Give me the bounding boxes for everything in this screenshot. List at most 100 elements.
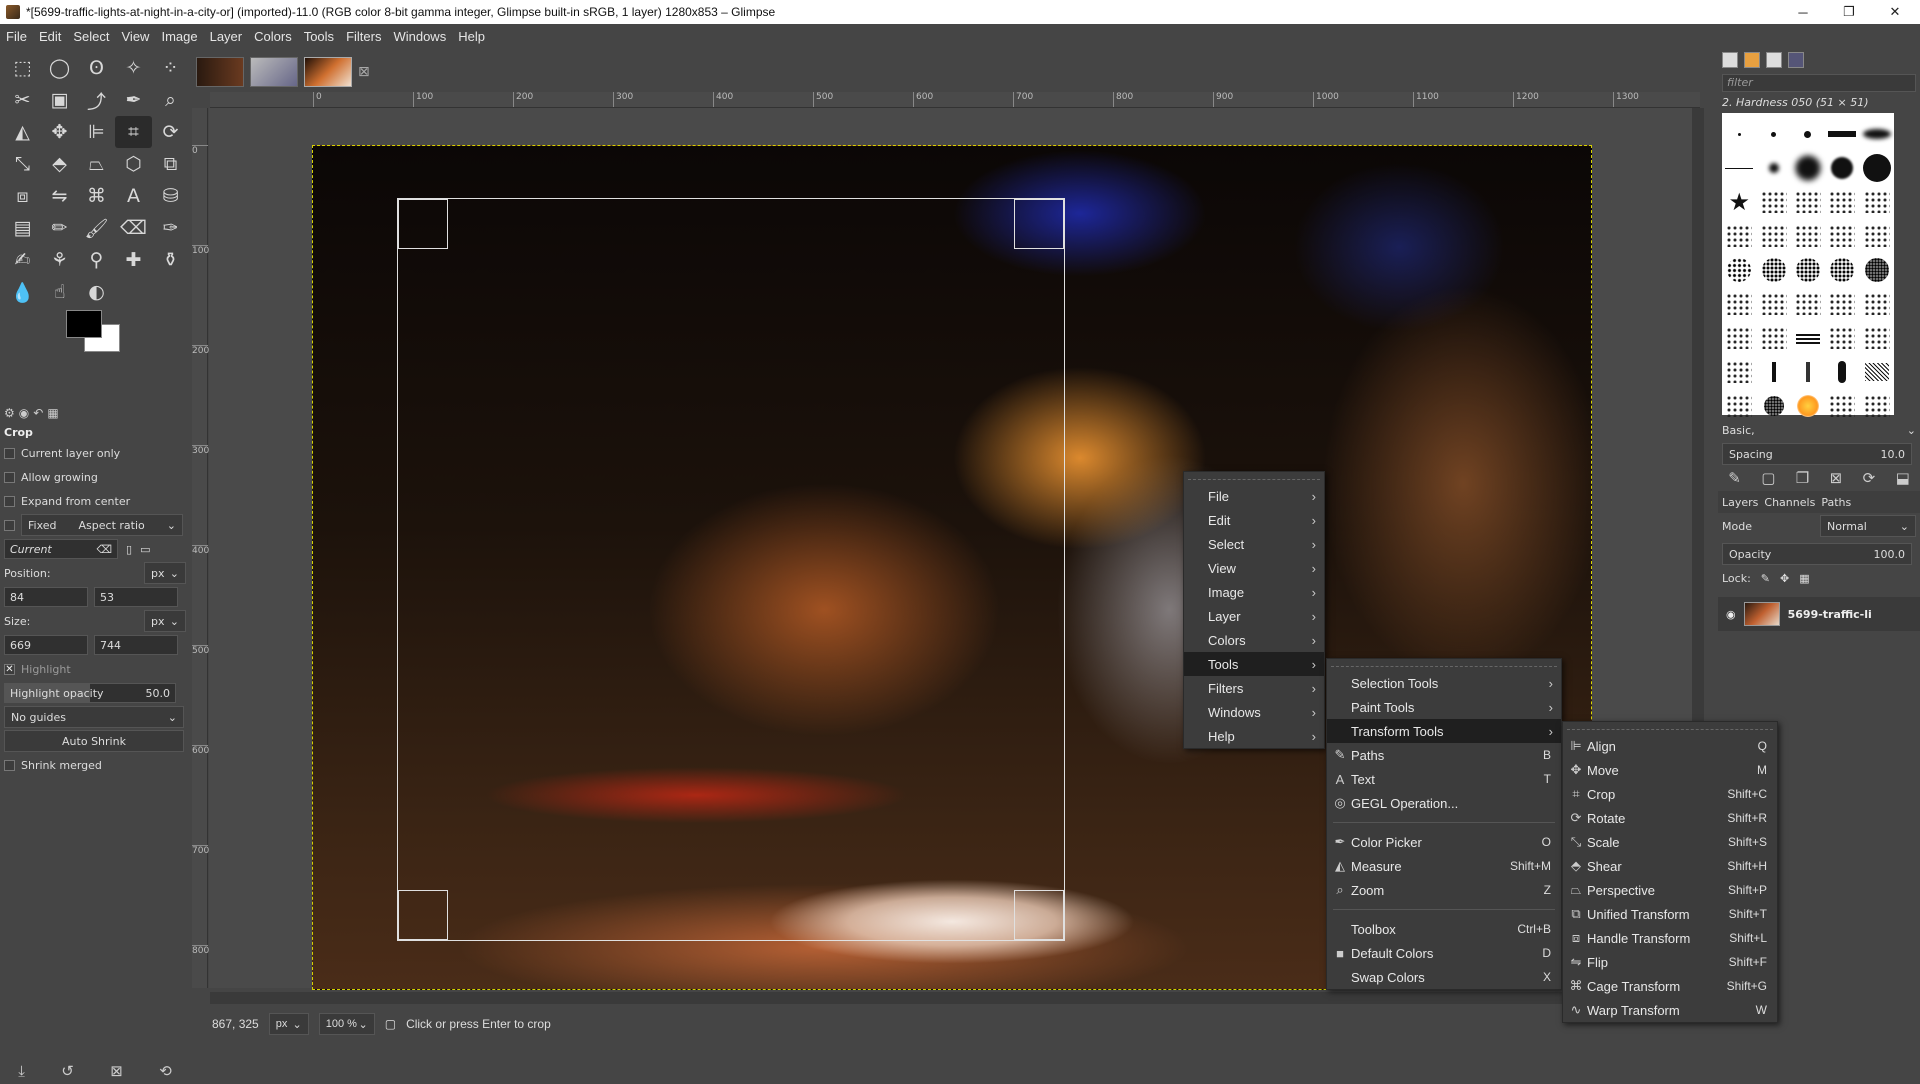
tab-paths[interactable]: Paths [1821,496,1851,509]
minimize-icon[interactable]: ─ [1780,0,1826,24]
position-y-field[interactable]: 53 [94,587,178,607]
paint-tools-item[interactable]: Paint Tools › [1327,695,1561,719]
brush-item[interactable] [1760,327,1787,349]
perspective-icon[interactable]: ⏢ [78,148,115,180]
size-unit-combo[interactable]: px ⌄ [144,610,186,632]
image-tab-thumbnail[interactable] [196,57,244,87]
brush-item[interactable] [1829,191,1856,213]
unified-transform-tool-item[interactable]: ⧉ Unified Transform Shift+T [1563,902,1777,926]
brush-item[interactable] [1862,154,1891,182]
context-menu-view[interactable]: View › [1184,556,1324,580]
clone-icon[interactable]: ⚲ [78,244,115,276]
position-unit-combo[interactable]: px ⌄ [144,562,186,584]
brush-item[interactable] [1771,131,1777,137]
brush-item[interactable] [1829,225,1856,247]
aspect-current-field[interactable]: Current ⌫ [4,539,118,559]
document-history-tab-icon[interactable] [1788,52,1804,68]
zoom-icon[interactable]: ⌕ [152,84,189,116]
handle-transform-tool-item[interactable]: ⧈ Handle Transform Shift+L [1563,926,1777,950]
paths-tool-item[interactable]: ✎ Paths B [1327,743,1561,767]
mypaint-brush-icon[interactable]: ⚘ [41,244,78,276]
brush-item[interactable] [1805,362,1810,382]
brush-item[interactable] [1864,363,1889,381]
auto-shrink-button[interactable]: Auto Shrink [4,730,184,752]
lock-pixels-icon[interactable]: ✎ [1761,572,1770,585]
context-menu-edit[interactable]: Edit › [1184,508,1324,532]
image-tab-thumbnail-active[interactable] [304,57,352,87]
unit-combo[interactable]: px ⌄ [268,1013,309,1035]
zoom-combo[interactable]: 100 % ⌄ [318,1013,375,1035]
brush-item[interactable] [1863,327,1890,349]
context-menu-layer[interactable]: Layer › [1184,604,1324,628]
flip-tool-item[interactable]: ⇋ Flip Shift+F [1563,950,1777,974]
brush-item[interactable] [1726,225,1753,247]
flip-icon[interactable]: ⇋ [41,180,78,212]
image-tab-thumbnail[interactable] [250,57,298,87]
lock-position-icon[interactable]: ✥ [1780,572,1789,585]
crop-handle-bottom-right[interactable] [1014,890,1064,940]
shear-tool-item[interactable]: ⬘ Shear Shift+H [1563,854,1777,878]
context-menu-tools[interactable]: Tools › [1184,652,1324,676]
context-menu-select[interactable]: Select › [1184,532,1324,556]
open-as-image-icon[interactable]: ⬓ [1896,469,1910,487]
crop-tool-item[interactable]: ⌗ Crop Shift+C [1563,782,1777,806]
brush-item[interactable] [1838,361,1847,383]
brush-item[interactable] [1794,225,1821,247]
airbrush-icon[interactable]: ✑ [152,212,189,244]
paintbrush-icon[interactable]: 🖌 [78,212,115,244]
selection-tools-item[interactable]: Selection Tools › [1327,671,1561,695]
guides-combo[interactable]: No guides ⌄ [4,706,184,728]
brush-item[interactable] [1726,395,1753,417]
landscape-icon[interactable]: ▭ [140,543,150,556]
brush-item[interactable] [1831,157,1854,179]
shrink-merged-option[interactable]: Shrink merged [0,753,190,777]
context-menu-file[interactable]: File › [1184,484,1324,508]
brush-item[interactable] [1804,130,1812,138]
rect-select-icon[interactable]: ⬚ [4,52,41,84]
rotate-icon[interactable]: ⟳ [152,116,189,148]
brush-filter-input[interactable]: filter [1722,74,1916,92]
allow-growing-option[interactable]: Allow growing [0,465,190,489]
highlight-opacity-slider[interactable]: Highlight opacity 50.0 [4,683,176,703]
layer-mode-combo[interactable]: Normal ⌄ [1820,515,1916,537]
delete-preset-icon[interactable]: ⊠ [110,1062,123,1080]
measure-item[interactable]: ◭ Measure Shift+M [1327,854,1561,878]
brush-item[interactable] [1829,293,1856,315]
menu-tools[interactable]: Tools [298,29,340,44]
brush-item[interactable] [1771,362,1776,382]
lock-alpha-icon[interactable]: ▦ [1799,572,1809,585]
highlight-option[interactable]: ✕ Highlight [0,657,190,681]
menu-filters[interactable]: Filters [340,29,387,44]
checkbox[interactable] [4,447,15,459]
rotate-tool-item[interactable]: ⟳ Rotate Shift+R [1563,806,1777,830]
fixed-checkbox[interactable] [4,519,15,531]
default-colors-item[interactable]: ■ Default Colors D [1327,941,1561,965]
brush-item[interactable] [1829,395,1856,417]
ellipse-select-icon[interactable]: ◯ [41,52,78,84]
color-picker-item[interactable]: ✒ Color Picker O [1327,830,1561,854]
tear-off[interactable] [1188,472,1320,480]
brush-item[interactable] [1768,163,1779,173]
foreground-select-icon[interactable]: ▣ [41,84,78,116]
undo-history-tab-icon[interactable]: ↶ [33,406,43,424]
crop-handle-top-left[interactable] [398,199,448,249]
layer-opacity-slider[interactable]: Opacity 100.0 [1722,543,1912,565]
menu-select[interactable]: Select [67,29,115,44]
crop-handle-top-right[interactable] [1014,199,1064,249]
tear-off[interactable] [1331,659,1557,667]
fuzzy-select-icon[interactable]: ✧ [115,52,152,84]
scale-tool-item[interactable]: ⤡ Scale Shift+S [1563,830,1777,854]
color-picker-icon[interactable]: ✒ [115,84,152,116]
toolbox-item[interactable]: Toolbox Ctrl+B [1327,917,1561,941]
context-menu-windows[interactable]: Windows › [1184,700,1324,724]
brush-item[interactable] [1863,191,1890,213]
menu-file[interactable]: File [0,29,33,44]
horizontal-scrollbar[interactable] [210,992,1692,1004]
brush-item[interactable] [1795,332,1820,344]
brush-item[interactable] [1760,191,1787,213]
brush-item[interactable] [1795,258,1820,282]
spacing-slider[interactable]: Spacing 10.0 [1722,443,1912,465]
cage-icon[interactable]: ⌘ [78,180,115,212]
reset-icon[interactable]: ⟲ [159,1062,172,1080]
context-menu-colors[interactable]: Colors › [1184,628,1324,652]
